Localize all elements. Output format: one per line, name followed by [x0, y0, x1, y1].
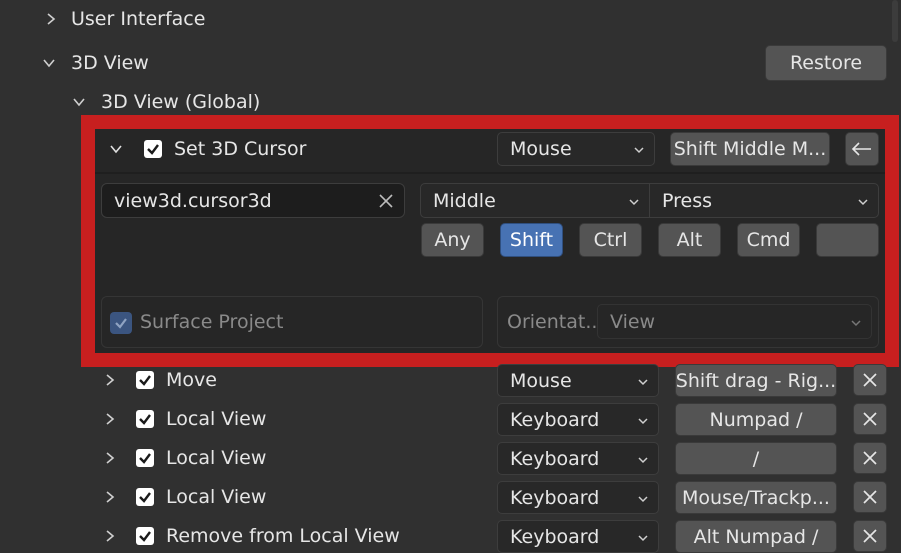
checkmark-icon [115, 318, 127, 329]
shortcut-button[interactable]: Shift Middle M... [670, 132, 830, 166]
enabled-checkbox[interactable] [136, 488, 154, 506]
chevron-down-icon [858, 197, 868, 207]
chevron-right-icon[interactable] [104, 491, 116, 503]
input-type-dropdown[interactable]: Keyboard [497, 442, 659, 475]
chevron-down-icon [638, 494, 648, 504]
chevron-down-icon[interactable] [43, 57, 55, 69]
checkmark-icon [139, 375, 151, 386]
restore-item-button[interactable] [845, 132, 879, 166]
tree-item-user-interface[interactable]: User Interface [71, 7, 205, 31]
input-type-dropdown[interactable]: Keyboard [497, 403, 659, 436]
orientation-dropdown[interactable]: View [597, 304, 872, 339]
chevron-right-icon[interactable] [104, 530, 116, 542]
close-icon [862, 450, 878, 466]
input-type-dropdown[interactable]: Keyboard [497, 520, 659, 553]
input-type-value: Keyboard [510, 408, 600, 431]
close-icon [862, 528, 878, 544]
modifier-ctrl-toggle[interactable]: Ctrl [579, 223, 642, 257]
input-type-value: Keyboard [510, 447, 600, 470]
keymap-item-name: Set 3D Cursor [174, 138, 307, 160]
chevron-down-icon [638, 377, 648, 387]
panel-separator [95, 172, 885, 174]
clear-icon[interactable] [378, 193, 394, 209]
close-icon [862, 411, 878, 427]
tree-item-3d-view[interactable]: 3D View [71, 51, 149, 75]
orientation-label: Orientat... [507, 311, 604, 333]
input-type-value: Keyboard [510, 486, 600, 509]
shortcut-button[interactable]: Numpad / [675, 403, 837, 436]
keymap-item-name: Move [166, 369, 217, 391]
orientation-value: View [610, 310, 656, 333]
event-dropdown[interactable]: Press [649, 183, 879, 218]
enabled-checkbox[interactable] [136, 449, 154, 467]
keymap-item-name: Local View [166, 447, 267, 469]
keymap-item-name: Local View [166, 486, 267, 508]
scrollbar[interactable] [892, 0, 898, 42]
remove-item-button[interactable] [853, 481, 887, 513]
keymap-item-name: Remove from Local View [166, 525, 400, 547]
checkmark-icon [139, 414, 151, 425]
enabled-checkbox[interactable] [136, 527, 154, 545]
chevron-right-icon[interactable] [45, 13, 57, 25]
surface-project-checkbox[interactable] [110, 312, 132, 334]
close-icon [862, 489, 878, 505]
chevron-down-icon [629, 197, 639, 207]
chevron-down-icon [638, 533, 648, 543]
operator-id-field[interactable]: view3d.cursor3d [101, 183, 405, 218]
checkmark-icon [139, 492, 151, 503]
shortcut-button[interactable]: / [675, 442, 837, 475]
chevron-down-icon [851, 318, 861, 328]
enabled-checkbox[interactable] [144, 140, 162, 158]
chevron-right-icon[interactable] [104, 374, 116, 386]
shortcut-button[interactable]: Mouse/Trackp... [675, 481, 837, 514]
button-dropdown[interactable]: Middle [420, 183, 650, 218]
modifier-key-button[interactable] [816, 223, 879, 257]
chevron-down-icon [634, 145, 644, 155]
left-arrow-icon [851, 141, 873, 157]
chevron-right-icon[interactable] [104, 413, 116, 425]
remove-item-button[interactable] [853, 442, 887, 474]
remove-item-button[interactable] [853, 403, 887, 435]
enabled-checkbox[interactable] [136, 371, 154, 389]
operator-id-value: view3d.cursor3d [114, 189, 272, 212]
input-type-value: Mouse [510, 138, 572, 160]
checkmark-icon [147, 144, 159, 155]
remove-item-button[interactable] [853, 364, 887, 396]
chevron-right-icon[interactable] [104, 452, 116, 464]
chevron-down-icon [638, 455, 648, 465]
chevron-down-icon [638, 416, 648, 426]
remove-item-button[interactable] [853, 520, 887, 552]
keymap-item-name: Local View [166, 408, 267, 430]
checkmark-icon [139, 531, 151, 542]
modifier-any-toggle[interactable]: Any [421, 223, 484, 257]
modifier-alt-toggle[interactable]: Alt [658, 223, 721, 257]
button-value: Middle [433, 189, 496, 212]
input-type-value: Mouse [510, 369, 572, 392]
input-type-dropdown[interactable]: Keyboard [497, 481, 659, 514]
tree-item-3d-view-global[interactable]: 3D View (Global) [101, 90, 260, 114]
shortcut-button[interactable]: Shift drag - Rig... [675, 364, 837, 397]
chevron-down-icon[interactable] [73, 96, 85, 108]
surface-project-label: Surface Project [140, 311, 284, 333]
restore-button[interactable]: Restore [765, 45, 887, 81]
input-type-dropdown[interactable]: Mouse [497, 364, 659, 397]
modifier-cmd-toggle[interactable]: Cmd [737, 223, 800, 257]
input-type-dropdown[interactable]: Mouse [497, 132, 655, 166]
enabled-checkbox[interactable] [136, 410, 154, 428]
chevron-down-icon[interactable] [110, 143, 122, 155]
event-value: Press [662, 189, 713, 212]
close-icon [862, 372, 878, 388]
modifier-shift-toggle[interactable]: Shift [500, 223, 563, 257]
checkmark-icon [139, 453, 151, 464]
shortcut-button[interactable]: Alt Numpad / [675, 520, 837, 553]
input-type-value: Keyboard [510, 525, 600, 548]
